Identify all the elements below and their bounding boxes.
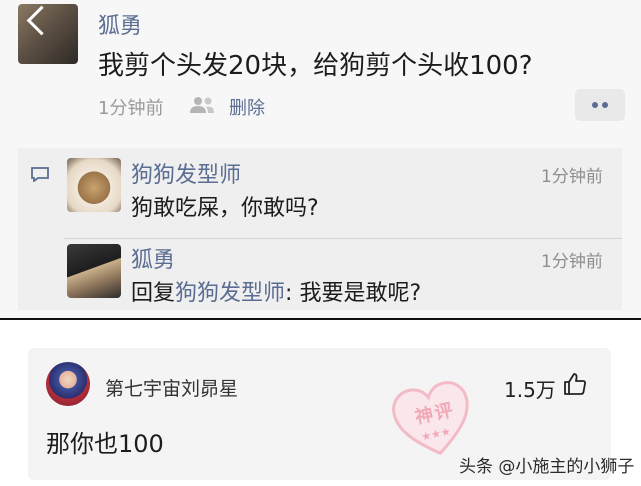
like-count: 1.5万 bbox=[504, 378, 556, 402]
comment-reply[interactable]: 回复狗狗发型师: 我要是敢呢? bbox=[131, 275, 421, 307]
comment-avatar[interactable] bbox=[67, 244, 121, 298]
reply-separator: : bbox=[285, 281, 300, 306]
featured-comment-author[interactable]: 第七宇宙刘昴星 bbox=[105, 374, 238, 401]
comment-author-name[interactable]: 狗狗发型师 bbox=[131, 157, 241, 189]
comment-divider bbox=[64, 238, 622, 239]
comment-time: 1分钟前 bbox=[541, 252, 603, 272]
thumbs-up-icon[interactable] bbox=[563, 372, 587, 396]
more-dot bbox=[602, 102, 608, 108]
reply-to-name[interactable]: 狗狗发型师 bbox=[175, 281, 285, 306]
comment-author-name[interactable]: 狐勇 bbox=[131, 242, 175, 274]
source-watermark: 头条 @小施主的小狮子 bbox=[459, 457, 635, 477]
featured-comment-avatar[interactable] bbox=[46, 362, 90, 406]
more-dot bbox=[592, 102, 598, 108]
post-text: 我剪个头发20块，给狗剪个头收100? bbox=[98, 51, 533, 81]
friends-icon[interactable] bbox=[188, 96, 216, 114]
delete-link[interactable]: 删除 bbox=[229, 94, 265, 120]
comment-icon bbox=[31, 167, 49, 182]
featured-stamp-icon: 神 评 ★★★ bbox=[392, 381, 469, 456]
reply-prefix: 回复 bbox=[131, 281, 176, 306]
comment-time: 1分钟前 bbox=[541, 167, 603, 187]
comment-text: 我要是敢呢? bbox=[299, 281, 422, 306]
post-time: 1分钟前 bbox=[98, 98, 164, 119]
comment-avatar[interactable] bbox=[67, 158, 121, 212]
featured-comment-text[interactable]: 那你也100 bbox=[46, 424, 164, 459]
comment-text[interactable]: 狗敢吃屎，你敢吗? bbox=[131, 190, 319, 222]
more-button[interactable] bbox=[575, 89, 625, 121]
post-author-name[interactable]: 狐勇 bbox=[98, 8, 142, 40]
